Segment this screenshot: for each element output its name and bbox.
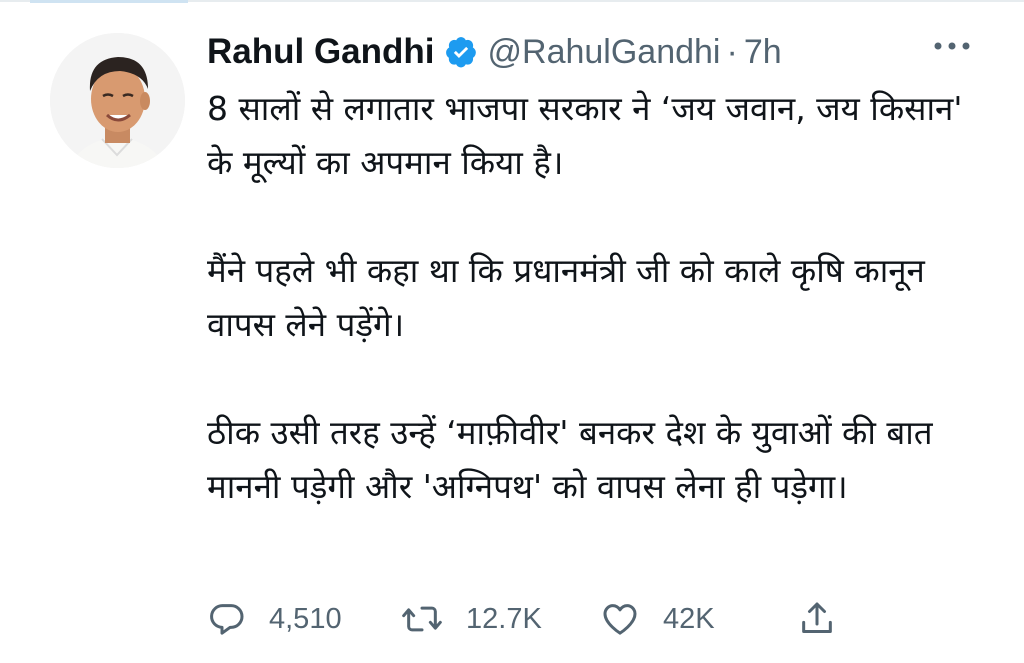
user-handle[interactable]: @RahulGandhi — [488, 33, 721, 72]
like-button[interactable]: 42K — [599, 596, 715, 642]
reply-bubble-icon — [207, 599, 247, 639]
tweet-text: 8 सालों से लगातार भाजपा सरकार ने ‘जय जवा… — [207, 82, 997, 514]
tweet-actions-bar: 4,510 12.7K 42K — [207, 596, 847, 642]
avatar-portrait-icon — [50, 33, 185, 168]
tweet-timestamp[interactable]: 7h — [744, 33, 782, 72]
retweet-count: 12.7K — [466, 602, 542, 635]
heart-icon — [599, 599, 641, 639]
tweet-header: Rahul Gandhi @RahulGandhi · 7h — [207, 22, 782, 82]
retweet-button[interactable]: 12.7K — [400, 596, 542, 642]
tweet-paragraph: मैंने पहले भी कहा था कि प्रधानमंत्री जी … — [207, 251, 925, 344]
avatar[interactable] — [50, 33, 185, 168]
display-name[interactable]: Rahul Gandhi — [207, 32, 435, 72]
tweet-paragraph: ठीक उसी तरह उन्हें ‘माफ़ीवीर' बनकर देश क… — [207, 413, 933, 506]
tweet-paragraph: 8 सालों से लगातार भाजपा सरकार ने ‘जय जवा… — [207, 89, 963, 182]
share-upload-icon — [797, 599, 837, 639]
top-tab-indicator — [30, 0, 188, 3]
retweet-arrows-icon — [400, 599, 444, 639]
like-count: 42K — [663, 602, 715, 635]
meta-separator: · — [726, 32, 738, 71]
reply-count: 4,510 — [269, 602, 342, 635]
more-horizontal-icon[interactable] — [932, 38, 972, 54]
share-button[interactable] — [797, 596, 837, 642]
verified-badge-icon — [444, 35, 478, 69]
reply-button[interactable]: 4,510 — [207, 596, 342, 642]
